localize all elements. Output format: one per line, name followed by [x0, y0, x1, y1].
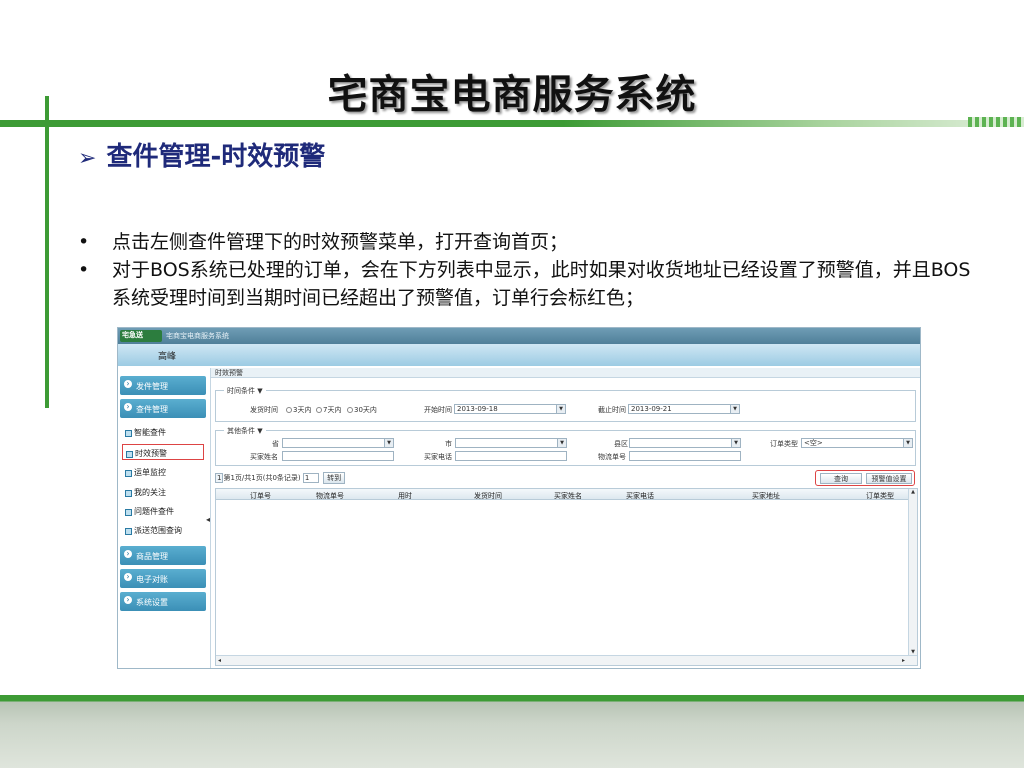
scroll-up-icon[interactable]: ▲ — [909, 489, 917, 495]
ship-time-label: 发货时间 — [250, 406, 278, 414]
sidebar-menu-track[interactable]: 查件管理 — [120, 399, 206, 418]
vertical-scrollbar[interactable]: ▲ ▼ — [908, 489, 917, 655]
county-select[interactable]: ▼ — [629, 438, 741, 448]
county-label: 县区 — [614, 440, 628, 448]
user-name: 高峰 — [158, 352, 177, 362]
chevron-down-icon[interactable]: ▼ — [903, 439, 912, 447]
horizontal-scrollbar[interactable]: ◂ ▸ — [216, 655, 917, 665]
column-header[interactable]: 发货时间 — [474, 491, 502, 501]
calendar-dropdown-icon[interactable]: ▼ — [730, 405, 739, 413]
bullet-list: • 点击左侧查件管理下的时效预警菜单，打开查询首页； • 对于BOS系统已处理的订单… — [78, 228, 978, 312]
sidebar-item-smart-track[interactable]: 智能查件 — [122, 424, 204, 440]
column-header[interactable]: 订单号 — [250, 491, 271, 501]
start-time-label: 开始时间 — [424, 406, 452, 414]
tracking-number-input[interactable] — [629, 451, 741, 461]
sidebar-menu-send[interactable]: 发件管理 — [120, 376, 206, 395]
column-header[interactable]: 买家姓名 — [554, 491, 582, 501]
chevron-down-icon[interactable]: ▼ — [731, 439, 740, 447]
province-select[interactable]: ▼ — [282, 438, 394, 448]
tracking-number-label: 物流单号 — [598, 453, 626, 461]
pager-info: 第1页/共1页(共0条记录) — [223, 474, 301, 482]
panel-title: 时效预警 — [211, 368, 920, 378]
column-header[interactable]: 买家地址 — [752, 491, 780, 501]
section-heading-text: 查件管理-时效预警 — [106, 142, 326, 172]
header-divider — [0, 120, 1024, 127]
sidebar-item-delivery-range[interactable]: 派送范围查询 — [122, 522, 204, 538]
column-header[interactable]: 订单类型 — [866, 491, 894, 501]
province-label: 省 — [272, 440, 279, 448]
sidebar-menu-reconcile[interactable]: 电子对账 — [120, 569, 206, 588]
time-conditions-group: 时间条件 ▼ 发货时间 3天内 7天内 30天内 开始时间 2013-09-18… — [215, 386, 916, 422]
footer-band — [0, 695, 1024, 768]
bullet-item: • 点击左侧查件管理下的时效预警菜单，打开查询首页； — [78, 231, 569, 253]
scroll-left-icon[interactable]: ◂ — [218, 657, 221, 664]
buyer-name-label: 买家姓名 — [250, 453, 278, 461]
buyer-name-input[interactable] — [282, 451, 394, 461]
other-conditions-legend[interactable]: 其他条件 ▼ — [224, 426, 266, 436]
brand-logo: 宅急送 — [120, 330, 162, 342]
slide-title: 宅商宝电商服务系统 — [327, 72, 697, 118]
column-header[interactable]: 买家电话 — [626, 491, 654, 501]
end-time-input[interactable]: 2013-09-21 ▼ — [628, 404, 740, 414]
calendar-dropdown-icon[interactable]: ▼ — [556, 405, 565, 413]
user-bar: 高峰 — [118, 344, 920, 366]
city-select[interactable]: ▼ — [455, 438, 567, 448]
app-window: 宅急送 宅商宝电商服务系统 高峰 发件管理 查件管理 智能查件 时效预警 运单监… — [117, 327, 921, 669]
section-heading: ➢ 查件管理-时效预警 — [78, 136, 325, 173]
radio-icon — [347, 407, 353, 413]
other-conditions-group: 其他条件 ▼ 省 ▼ 市 ▼ 县区 ▼ 订单类型 <空> ▼ 买家姓名 买家电话 … — [215, 426, 916, 466]
start-time-input[interactable]: 2013-09-18 ▼ — [454, 404, 566, 414]
app-title: 宅商宝电商服务系统 — [166, 332, 229, 340]
sidebar-menu-settings[interactable]: 系统设置 — [120, 592, 206, 611]
arrow-bullet-icon: ➢ — [78, 146, 97, 171]
slide: 宅商宝电商服务系统 ➢ 查件管理-时效预警 • 点击左侧查件管理下的时效预警菜单，打… — [0, 0, 1024, 768]
chevron-down-icon[interactable]: ▼ — [384, 439, 393, 447]
time-conditions-legend[interactable]: 时间条件 ▼ — [224, 386, 266, 396]
buyer-phone-input[interactable] — [455, 451, 567, 461]
header-divider-accent — [968, 117, 1024, 127]
bullet-item: • 对于BOS系统已处理的订单，会在下方列表中显示，此时如果对收货地址已经设置了预… — [78, 259, 971, 309]
sidebar-item-problem-track[interactable]: 问题件查件 — [122, 503, 204, 519]
radio-3days[interactable]: 3天内 — [286, 405, 311, 415]
sidebar-item-my-follow[interactable]: 我的关注 — [122, 484, 204, 500]
pager: 1 第1页/共1页(共0条记录) 1 转到 — [215, 472, 346, 484]
sidebar: 发件管理 查件管理 智能查件 时效预警 运单监控 我的关注 问题件查件 派送范围… — [118, 368, 207, 668]
table-header: 订单号 物流单号 用时 发货时间 买家姓名 买家电话 买家地址 订单类型 — [216, 489, 908, 500]
radio-30days[interactable]: 30天内 — [347, 405, 377, 415]
chevron-down-icon[interactable]: ▼ — [557, 439, 566, 447]
buyer-phone-label: 买家电话 — [424, 453, 452, 461]
radio-icon — [286, 407, 292, 413]
column-header[interactable]: 物流单号 — [316, 491, 344, 501]
end-time-label: 截止时间 — [598, 406, 626, 414]
city-label: 市 — [445, 440, 452, 448]
order-type-label: 订单类型 — [770, 440, 798, 448]
order-type-select[interactable]: <空> ▼ — [801, 438, 913, 448]
query-button[interactable]: 查询 — [820, 473, 862, 484]
radio-icon — [316, 407, 322, 413]
sidebar-item-waybill-monitor[interactable]: 运单监控 — [122, 464, 204, 480]
app-titlebar: 宅急送 宅商宝电商服务系统 — [118, 328, 920, 344]
action-button-group: 查询 预警值设置 — [815, 470, 915, 486]
scroll-right-icon[interactable]: ▸ — [902, 657, 905, 664]
radio-7days[interactable]: 7天内 — [316, 405, 341, 415]
goto-page-input[interactable]: 1 — [302, 473, 319, 483]
threshold-settings-button[interactable]: 预警值设置 — [866, 473, 912, 484]
sidebar-item-timeliness-alert[interactable]: 时效预警 — [122, 444, 204, 460]
results-table: 订单号 物流单号 用时 发货时间 买家姓名 买家电话 买家地址 订单类型 ▲ ▼… — [215, 488, 918, 666]
sidebar-menu-goods[interactable]: 商品管理 — [120, 546, 206, 565]
vertical-accent-line — [45, 96, 49, 408]
main-panel: 时效预警 时间条件 ▼ 发货时间 3天内 7天内 30天内 开始时间 2013-… — [210, 368, 920, 668]
column-header[interactable]: 用时 — [398, 491, 412, 501]
goto-button[interactable]: 转到 — [323, 472, 346, 484]
